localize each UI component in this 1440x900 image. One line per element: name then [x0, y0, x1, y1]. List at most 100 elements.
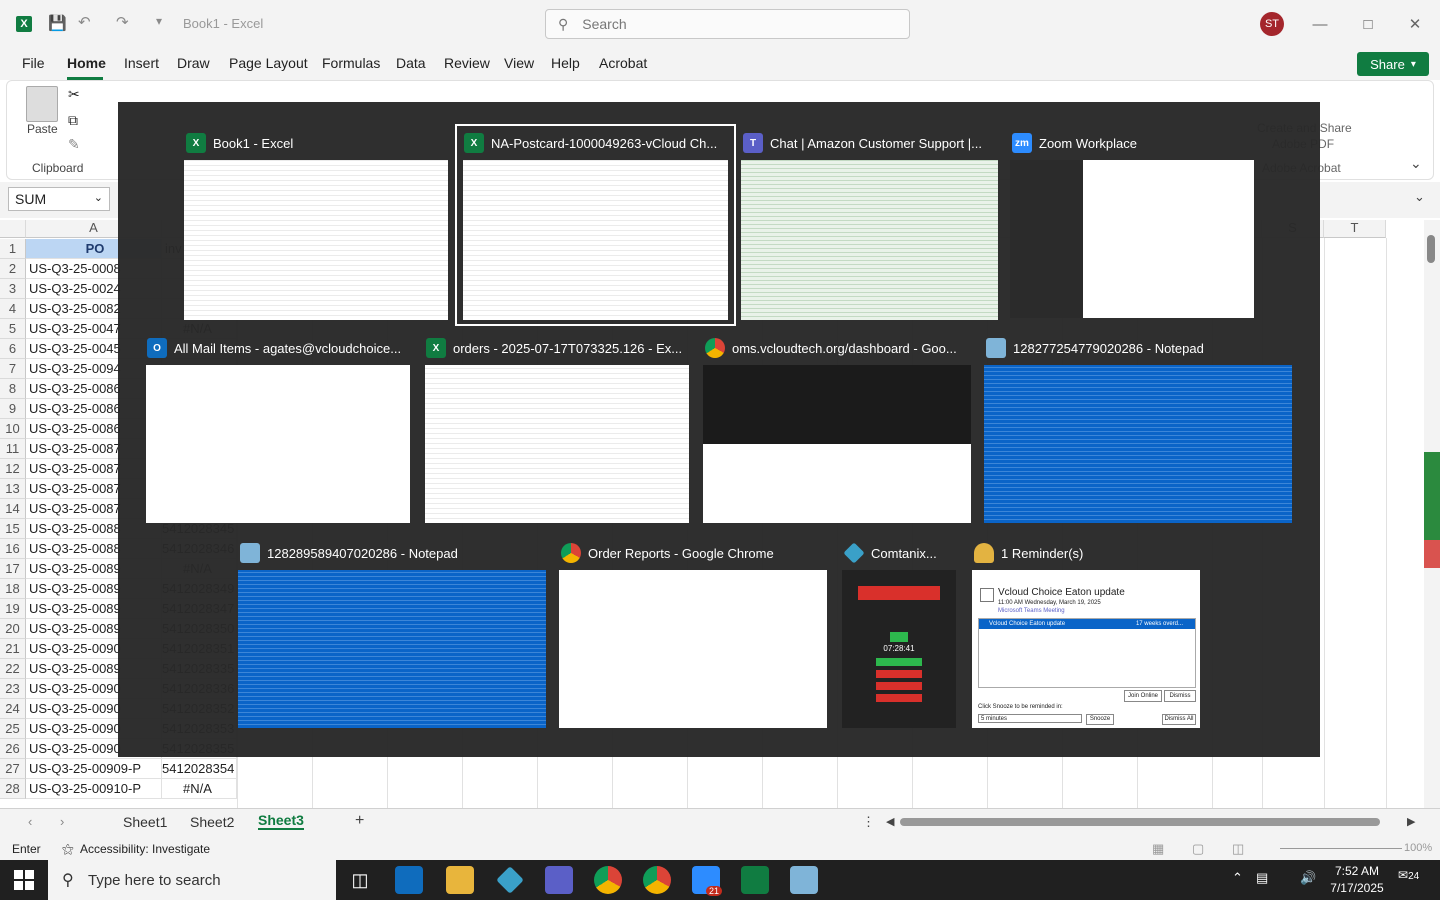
chrome-taskbar-icon-2[interactable]: [643, 866, 671, 894]
menu-view[interactable]: View: [504, 55, 534, 71]
zoom-level[interactable]: 100%: [1404, 842, 1432, 854]
customize-toolbar-icon[interactable]: ▾: [156, 14, 162, 28]
menu-file[interactable]: File: [22, 55, 45, 71]
accessibility-icon[interactable]: ⚝: [62, 842, 74, 857]
menu-home[interactable]: Home: [67, 55, 106, 71]
row-header[interactable]: 7: [0, 359, 26, 379]
row-header[interactable]: 27: [0, 759, 26, 779]
copy-icon[interactable]: ⧉: [68, 112, 78, 129]
undo-icon[interactable]: ↶: [78, 13, 91, 31]
row-header[interactable]: 9: [0, 399, 26, 419]
excel-taskbar-icon[interactable]: [741, 866, 769, 894]
row-header[interactable]: 4: [0, 299, 26, 319]
name-box[interactable]: SUM ⌄: [8, 187, 110, 211]
menu-page-layout[interactable]: Page Layout: [229, 55, 308, 71]
window-title-na-postcard[interactable]: X NA-Postcard-1000049263-vCloud Ch...: [464, 131, 726, 155]
cell-po[interactable]: US-Q3-25-00910-P: [26, 779, 162, 799]
snooze-select[interactable]: 5 minutes: [978, 714, 1082, 723]
task-view-icon[interactable]: ◫: [346, 866, 374, 894]
window-thumbnail-reminder[interactable]: Vcloud Choice Eaton update 11:00 AM Wedn…: [972, 570, 1200, 728]
row-header[interactable]: 20: [0, 619, 26, 639]
collapse-ribbon-icon[interactable]: ⌄: [1410, 155, 1422, 172]
notepad-taskbar-icon[interactable]: [790, 866, 818, 894]
row-header[interactable]: 19: [0, 599, 26, 619]
scroll-right-icon[interactable]: ›: [60, 814, 64, 829]
sheet-tab-sheet3[interactable]: Sheet3: [258, 812, 304, 830]
window-title-notepad-2[interactable]: 128289589407020286 - Notepad: [240, 541, 546, 565]
window-title-book1[interactable]: X Book1 - Excel: [186, 131, 448, 155]
row-header[interactable]: 22: [0, 659, 26, 679]
sheet-tab-sheet1[interactable]: Sheet1: [123, 814, 167, 830]
window-thumbnail-comtanix[interactable]: 07:28:41: [842, 570, 956, 728]
window-title-zoom[interactable]: zm Zoom Workplace: [1012, 131, 1254, 155]
cell-invoice[interactable]: 5412028354: [162, 759, 237, 779]
chrome-taskbar-icon[interactable]: [594, 866, 622, 894]
scroll-left-icon[interactable]: ‹: [28, 814, 32, 829]
window-title-orders[interactable]: Xorders - 2025-07-17T073325.126 - Ex...: [426, 336, 688, 360]
teams-taskbar-icon[interactable]: [545, 866, 573, 894]
menu-formulas[interactable]: Formulas: [322, 55, 380, 71]
row-header[interactable]: 25: [0, 719, 26, 739]
file-explorer-icon[interactable]: [446, 866, 474, 894]
hscroll-left-icon[interactable]: ◀: [886, 815, 894, 828]
row-header[interactable]: 12: [0, 459, 26, 479]
window-title-oms-dashboard[interactable]: oms.vcloudtech.org/dashboard - Goo...: [705, 336, 971, 360]
normal-view-icon[interactable]: ▦: [1152, 841, 1164, 857]
column-header-t[interactable]: T: [1324, 220, 1386, 238]
taskbar-search[interactable]: ⚲ Type here to search: [48, 860, 336, 900]
network-icon[interactable]: ▤: [1256, 870, 1268, 886]
more-options-icon[interactable]: ⋮: [862, 814, 875, 830]
window-thumbnail-orders[interactable]: [425, 365, 689, 523]
share-button[interactable]: Share ▾: [1357, 52, 1429, 76]
window-title-order-reports[interactable]: Order Reports - Google Chrome: [561, 541, 827, 565]
row-header[interactable]: 14: [0, 499, 26, 519]
page-layout-view-icon[interactable]: ▢: [1192, 841, 1204, 857]
cell-invoice[interactable]: #N/A: [162, 779, 237, 799]
menu-acrobat[interactable]: Acrobat: [599, 55, 647, 71]
maximize-icon[interactable]: □: [1345, 0, 1391, 48]
window-thumbnail-notepad-1[interactable]: [984, 365, 1292, 523]
dismiss-button[interactable]: Dismiss: [1164, 690, 1196, 702]
horizontal-scroll-thumb[interactable]: [900, 818, 1380, 826]
row-header[interactable]: 16: [0, 539, 26, 559]
row-header[interactable]: 17: [0, 559, 26, 579]
window-thumbnail-notepad-2[interactable]: [238, 570, 546, 728]
vertical-scroll-thumb[interactable]: [1427, 235, 1435, 263]
row-header[interactable]: 15: [0, 519, 26, 539]
close-icon[interactable]: ✕: [1392, 0, 1438, 48]
clock-time[interactable]: 7:52 AM: [1328, 864, 1386, 878]
select-all-corner[interactable]: [0, 220, 26, 238]
row-header[interactable]: 28: [0, 779, 26, 799]
search-box[interactable]: ⚲ Search: [545, 9, 910, 39]
redo-icon[interactable]: ↷: [116, 13, 129, 31]
row-header[interactable]: 5: [0, 319, 26, 339]
row-header[interactable]: 11: [0, 439, 26, 459]
paste-button[interactable]: Paste: [27, 122, 58, 136]
format-painter-icon[interactable]: ✎: [68, 136, 80, 153]
dismiss-all-button[interactable]: Dismiss All: [1162, 714, 1196, 725]
snooze-button[interactable]: Snooze: [1086, 714, 1114, 725]
row-header[interactable]: 1: [0, 239, 26, 259]
row-header[interactable]: 23: [0, 679, 26, 699]
menu-help[interactable]: Help: [551, 55, 580, 71]
window-title-notepad-1[interactable]: 128277254779020286 - Notepad: [986, 336, 1292, 360]
reminder-item[interactable]: Vcloud Choice Eaton update 17 weeks overd…: [979, 619, 1195, 629]
volume-icon[interactable]: 🔊: [1300, 870, 1316, 886]
hscroll-right-icon[interactable]: ▶: [1407, 815, 1415, 828]
row-header[interactable]: 10: [0, 419, 26, 439]
zoom-slider[interactable]: [1280, 848, 1402, 849]
window-title-teams-chat[interactable]: T Chat | Amazon Customer Support |...: [743, 131, 998, 155]
menu-data[interactable]: Data: [396, 55, 426, 71]
row-header[interactable]: 26: [0, 739, 26, 759]
window-thumbnail-order-reports[interactable]: [559, 570, 827, 728]
window-title-comtanix[interactable]: Comtanix...: [844, 541, 956, 565]
add-sheet-icon[interactable]: +: [355, 812, 364, 830]
menu-draw[interactable]: Draw: [177, 55, 210, 71]
expand-formula-icon[interactable]: ⌄: [1414, 189, 1425, 205]
window-thumbnail-outlook[interactable]: [146, 365, 410, 523]
join-online-button[interactable]: Join Online: [1124, 690, 1162, 702]
window-thumbnail-na-postcard[interactable]: [463, 160, 728, 320]
row-header[interactable]: 13: [0, 479, 26, 499]
paste-icon[interactable]: [26, 86, 58, 122]
row-header[interactable]: 8: [0, 379, 26, 399]
